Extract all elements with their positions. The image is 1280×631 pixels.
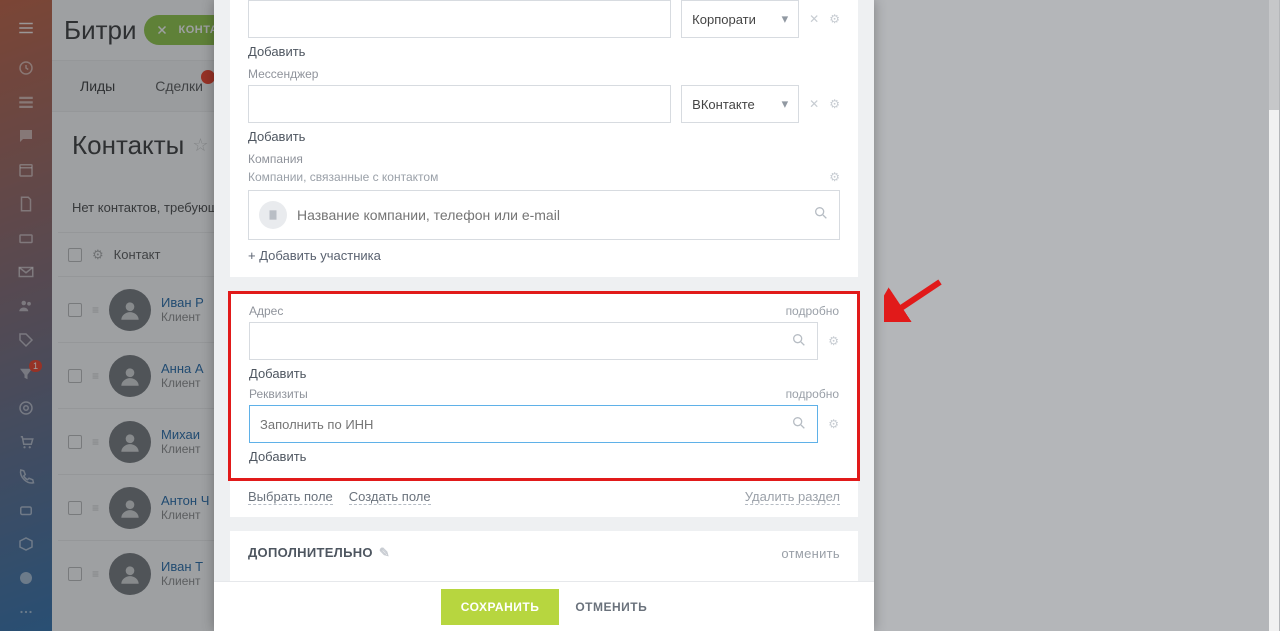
extra-section-header: ДОПОЛНИТЕЛЬНО ✎ отменить xyxy=(230,531,858,575)
gear-icon[interactable]: ⚙ xyxy=(829,97,840,111)
pencil-icon[interactable]: ✎ xyxy=(379,545,390,560)
cancel-section-link[interactable]: отменить xyxy=(781,546,840,561)
requisites-label: Реквизиты xyxy=(249,387,308,401)
highlighted-section: Адрес подробно ⚙ Добавить Реквизиты подр… xyxy=(228,291,860,481)
chevron-down-icon: ▾ xyxy=(782,11,789,27)
extra-title: ДОПОЛНИТЕЛЬНО xyxy=(248,545,373,560)
requisites-input[interactable] xyxy=(249,405,818,443)
remove-row-icon[interactable]: ✕ xyxy=(809,12,819,26)
search-icon[interactable] xyxy=(791,415,807,434)
building-icon xyxy=(259,201,287,229)
messenger-type-select[interactable]: ВКонтакте▾ xyxy=(681,85,799,123)
chevron-down-icon: ▾ xyxy=(782,96,789,112)
phone-input[interactable] xyxy=(248,0,671,38)
add-phone-link[interactable]: Добавить xyxy=(248,44,305,59)
requisites-details-link[interactable]: подробно xyxy=(786,387,839,401)
address-input[interactable] xyxy=(249,322,818,360)
add-messenger-link[interactable]: Добавить xyxy=(248,129,305,144)
requisites-text-input[interactable] xyxy=(260,417,791,432)
search-icon[interactable] xyxy=(791,332,807,351)
gear-icon[interactable]: ⚙ xyxy=(829,170,840,184)
form-card-main: Корпорати▾ ✕ ⚙ Добавить Мессенджер ВКонт… xyxy=(230,0,858,277)
annotation-arrow xyxy=(884,278,944,322)
form-scroll-area[interactable]: Корпорати▾ ✕ ⚙ Добавить Мессенджер ВКонт… xyxy=(214,0,874,581)
company-search-input[interactable] xyxy=(297,207,803,223)
add-requisites-link[interactable]: Добавить xyxy=(249,449,306,464)
gear-icon[interactable]: ⚙ xyxy=(828,417,839,431)
cancel-button[interactable]: ОТМЕНИТЬ xyxy=(575,600,647,614)
contact-form-panel: Корпорати▾ ✕ ⚙ Добавить Мессенджер ВКонт… xyxy=(214,0,874,631)
slideout-panel-wrap: Корпорати▾ ✕ ⚙ Добавить Мессенджер ВКонт… xyxy=(214,0,1280,631)
gear-icon[interactable]: ⚙ xyxy=(828,334,839,348)
scrollbar-thumb[interactable] xyxy=(1269,0,1279,110)
address-label: Адрес xyxy=(249,304,283,318)
search-icon[interactable] xyxy=(813,205,829,226)
save-button[interactable]: СОХРАНИТЬ xyxy=(441,589,560,625)
address-details-link[interactable]: подробно xyxy=(786,304,839,318)
add-address-link[interactable]: Добавить xyxy=(249,366,306,381)
create-field-link[interactable]: Создать поле xyxy=(349,489,431,505)
annotation-space xyxy=(874,0,1280,631)
company-associated-text: Компании, связанные с контактом xyxy=(248,170,438,184)
delete-section-link[interactable]: Удалить раздел xyxy=(745,489,840,505)
add-participant-link[interactable]: + Добавить участника xyxy=(248,248,381,263)
messenger-label: Мессенджер xyxy=(248,67,840,81)
form-card-main-tail: Выбрать поле Создать поле Удалить раздел xyxy=(230,481,858,517)
messenger-input[interactable] xyxy=(248,85,671,123)
gear-icon[interactable]: ⚙ xyxy=(829,12,840,26)
panel-footer: СОХРАНИТЬ ОТМЕНИТЬ xyxy=(214,581,874,631)
choose-field-link[interactable]: Выбрать поле xyxy=(248,489,333,505)
phone-type-select[interactable]: Корпорати▾ xyxy=(681,0,799,38)
page-scrollbar[interactable] xyxy=(1269,0,1279,631)
company-search-box[interactable] xyxy=(248,190,840,240)
company-label: Компания xyxy=(248,152,840,166)
remove-row-icon[interactable]: ✕ xyxy=(809,97,819,111)
